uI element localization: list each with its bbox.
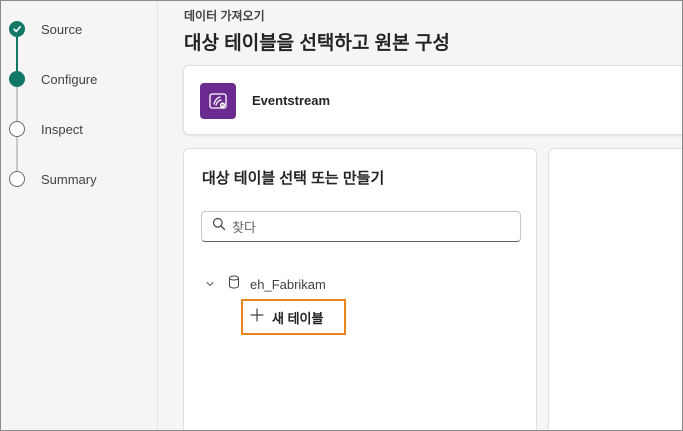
step-label: Summary	[41, 171, 97, 187]
new-table-label: 새 테이블	[272, 310, 324, 326]
eventstream-icon	[200, 83, 236, 119]
search-icon	[212, 217, 226, 236]
source-card: Eventstream	[183, 65, 683, 135]
page-title: 대상 테이블을 선택하고 원본 구성	[184, 33, 450, 54]
pending-step-icon	[9, 121, 25, 137]
search-input[interactable]: 찾다	[201, 211, 521, 242]
step-configure[interactable]: Configure	[9, 70, 97, 88]
pending-step-icon	[9, 171, 25, 187]
step-connector	[16, 37, 18, 71]
breadcrumb: 데이터 가져오기	[184, 9, 265, 23]
step-connector	[16, 87, 18, 121]
source-name: Eventstream	[252, 93, 331, 108]
destination-panel: 대상 테이블 선택 또는 만들기 찾다 eh_Fabrikam 새 테이블	[183, 148, 537, 431]
database-name: eh_Fabrikam	[250, 277, 326, 292]
step-label: Configure	[41, 71, 98, 87]
configuration-panel	[548, 148, 683, 431]
plus-icon	[250, 307, 264, 327]
database-tree-item[interactable]: eh_Fabrikam	[205, 275, 326, 294]
checkmark-icon	[9, 21, 25, 37]
chevron-down-icon[interactable]	[205, 276, 215, 294]
panel-title: 대상 테이블 선택 또는 만들기	[202, 170, 385, 187]
step-connector	[16, 137, 18, 171]
current-step-icon	[9, 71, 25, 87]
database-icon	[228, 275, 240, 294]
wizard-stepper: Source Configure Inspect Summary	[1, 1, 158, 430]
new-table-button[interactable]: 새 테이블	[241, 299, 346, 335]
step-inspect[interactable]: Inspect	[9, 120, 83, 138]
main-content: 데이터 가져오기 대상 테이블을 선택하고 원본 구성 Eventstream …	[158, 1, 683, 431]
search-placeholder: 찾다	[232, 220, 256, 235]
step-source[interactable]: Source	[9, 20, 82, 38]
step-label: Inspect	[41, 121, 83, 137]
step-summary[interactable]: Summary	[9, 170, 97, 188]
step-label: Source	[41, 21, 83, 37]
